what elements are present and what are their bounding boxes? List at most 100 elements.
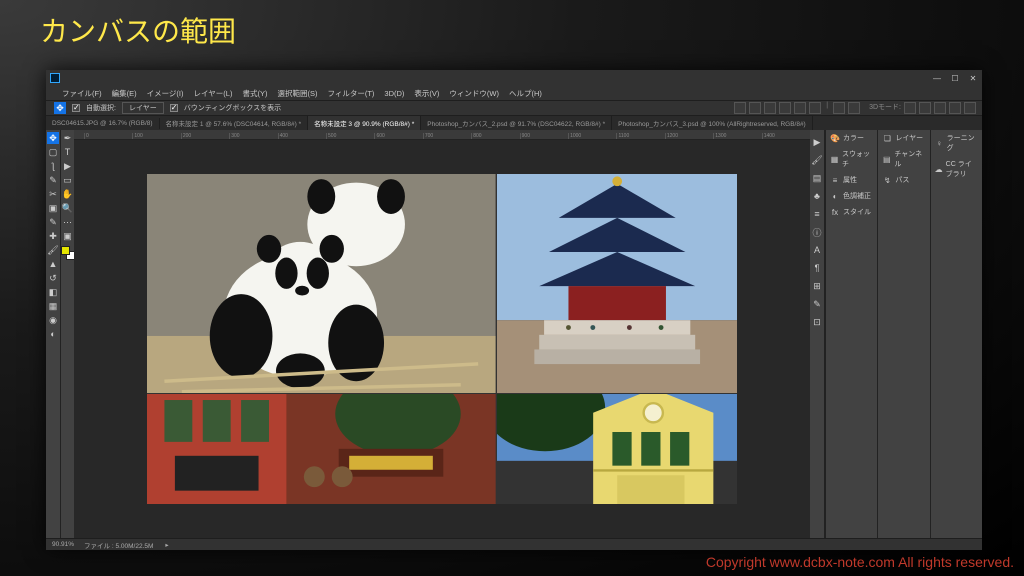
panel-libraries[interactable]: ☁CC ライブラリ — [931, 156, 982, 182]
panel-channels[interactable]: ▤チャンネル — [878, 146, 929, 172]
quick-select-tool[interactable]: ✎ — [47, 174, 59, 186]
auto-select-checkbox[interactable] — [72, 104, 80, 112]
edit-toolbar[interactable]: ⋯ — [62, 216, 74, 228]
fg-color-swatch[interactable] — [61, 246, 70, 255]
ruler-mark: 800 — [471, 133, 519, 139]
blur-tool[interactable]: ◉ — [47, 314, 59, 326]
heal-tool[interactable]: ✚ — [47, 230, 59, 242]
window-close-button[interactable]: ✕ — [968, 73, 978, 83]
align-icon-2[interactable] — [749, 102, 761, 114]
canvas-document[interactable] — [147, 174, 737, 504]
panel-properties[interactable]: ≡属性 — [826, 172, 877, 188]
panel-learn[interactable]: ♀ラーニング — [931, 130, 982, 156]
panel-styles[interactable]: fxスタイル — [826, 204, 877, 220]
placed-image-panda[interactable] — [147, 174, 496, 393]
window-minimize-button[interactable]: — — [932, 73, 942, 83]
eraser-tool[interactable]: ◧ — [47, 286, 59, 298]
doc-tab-4[interactable]: Photoshop_カンバス_3.psd @ 100% (AllRightres… — [612, 116, 813, 130]
canvas-viewport[interactable] — [74, 140, 810, 538]
menu-3d[interactable]: 3D(D) — [384, 89, 404, 98]
3d-icon-1[interactable] — [904, 102, 916, 114]
dodge-tool[interactable]: ◐ — [47, 328, 59, 340]
menu-edit[interactable]: 編集(E) — [112, 88, 137, 99]
status-zoom[interactable]: 90.91% — [52, 541, 74, 548]
move-tool[interactable]: ✥ — [47, 132, 59, 144]
actions-icon[interactable]: ≡ — [811, 208, 823, 220]
bbox-checkbox[interactable] — [170, 104, 178, 112]
tool-presets-icon[interactable]: ✎ — [811, 298, 823, 310]
3d-icon-3[interactable] — [934, 102, 946, 114]
3d-mode-label: 3Dモード: — [869, 102, 901, 114]
info-icon[interactable]: ⓘ — [811, 226, 823, 238]
paths-icon: ↯ — [882, 175, 892, 185]
type-tool[interactable]: T — [62, 146, 74, 158]
panel-color[interactable]: 🎨カラー — [826, 130, 877, 146]
align-icon-3[interactable] — [764, 102, 776, 114]
menu-window[interactable]: ウィンドウ(W) — [449, 88, 499, 99]
ruler-mark: 300 — [229, 133, 277, 139]
placed-image-temple[interactable] — [497, 174, 737, 393]
placed-image-street[interactable] — [147, 394, 496, 504]
character-panel-icon[interactable]: A — [811, 244, 823, 256]
distribute-icon-1[interactable] — [833, 102, 845, 114]
gradient-tool[interactable]: ▦ — [47, 300, 59, 312]
pen-tool[interactable]: ✒ — [62, 132, 74, 144]
window-maximize-button[interactable]: ☐ — [950, 73, 960, 83]
3d-icon-2[interactable] — [919, 102, 931, 114]
panel-layers[interactable]: ❏レイヤー — [878, 130, 929, 146]
align-icon-4[interactable] — [779, 102, 791, 114]
menu-help[interactable]: ヘルプ(H) — [509, 88, 542, 99]
zoom-tool[interactable]: 🔍 — [62, 202, 74, 214]
history-panel-icon[interactable]: ▶ — [811, 136, 823, 148]
frame-tool[interactable]: ▣ — [47, 202, 59, 214]
panel-paths[interactable]: ↯パス — [878, 172, 929, 188]
tools-left-col1: ✥ ▢ ƪ ✎ ✂ ▣ ✎ ✚ 🖌 ▲ ↺ ◧ ▦ ◉ ◐ — [46, 130, 60, 538]
history-brush-tool[interactable]: ↺ — [47, 272, 59, 284]
crop-tool[interactable]: ✂ — [47, 188, 59, 200]
distribute-icon-2[interactable] — [848, 102, 860, 114]
placed-image-church[interactable] — [497, 394, 737, 504]
paragraph-panel-icon[interactable]: ¶ — [811, 262, 823, 274]
screen-mode-tool[interactable]: ▣ — [62, 230, 74, 242]
navigator-icon[interactable]: ⊡ — [811, 316, 823, 328]
panel-adjustments[interactable]: ◐色調補正 — [826, 188, 877, 204]
menu-file[interactable]: ファイル(F) — [62, 88, 102, 99]
brush-panel-icon[interactable]: 🖌 — [811, 154, 823, 166]
align-icon-6[interactable] — [809, 102, 821, 114]
rect-tool[interactable]: ▭ — [62, 174, 74, 186]
glyphs-icon[interactable]: ⊞ — [811, 280, 823, 292]
clone-source-icon[interactable]: ♣ — [811, 190, 823, 202]
ruler-mark: 900 — [520, 133, 568, 139]
doc-tab-0[interactable]: DSC04615.JPG @ 16.7% (RGB/8) — [46, 118, 160, 129]
color-swatches[interactable] — [61, 246, 75, 260]
menu-select[interactable]: 選択範囲(S) — [277, 88, 317, 99]
lasso-tool[interactable]: ƪ — [47, 160, 59, 172]
status-bar: 90.91% ファイル : 5.00M/22.5M ▸ — [46, 538, 982, 550]
marquee-tool[interactable]: ▢ — [47, 146, 59, 158]
move-tool-indicator-icon: ✥ — [54, 102, 66, 114]
ruler-mark: 1300 — [713, 133, 761, 139]
brush-tool[interactable]: 🖌 — [47, 244, 59, 256]
3d-icon-4[interactable] — [949, 102, 961, 114]
eyedropper-tool[interactable]: ✎ — [47, 216, 59, 228]
menu-type[interactable]: 書式(Y) — [242, 88, 267, 99]
panel-swatches[interactable]: ▦スウォッチ — [826, 146, 877, 172]
hand-tool[interactable]: ✋ — [62, 188, 74, 200]
align-icon-5[interactable] — [794, 102, 806, 114]
brush-settings-icon[interactable]: ▤ — [811, 172, 823, 184]
doc-tab-1[interactable]: 名称未設定 1 @ 57.6% (DSC04614, RGB/8#) * — [160, 116, 309, 130]
align-icon-1[interactable] — [734, 102, 746, 114]
ruler-mark: 500 — [326, 133, 374, 139]
auto-select-dropdown[interactable]: レイヤー — [122, 102, 164, 114]
menu-layer[interactable]: レイヤー(L) — [194, 88, 233, 99]
ruler-mark: 1100 — [616, 133, 664, 139]
status-fileinfo[interactable]: ファイル : 5.00M/22.5M — [84, 540, 153, 550]
menu-filter[interactable]: フィルター(T) — [327, 88, 374, 99]
path-select-tool[interactable]: ▶ — [62, 160, 74, 172]
3d-icon-5[interactable] — [964, 102, 976, 114]
doc-tab-2[interactable]: 名称未設定 3 @ 90.9% (RGB/8#) * — [308, 116, 421, 130]
doc-tab-3[interactable]: Photoshop_カンバス_2.psd @ 91.7% (DSC04622, … — [421, 116, 612, 130]
menu-image[interactable]: イメージ(I) — [147, 88, 184, 99]
stamp-tool[interactable]: ▲ — [47, 258, 59, 270]
menu-view[interactable]: 表示(V) — [414, 88, 439, 99]
